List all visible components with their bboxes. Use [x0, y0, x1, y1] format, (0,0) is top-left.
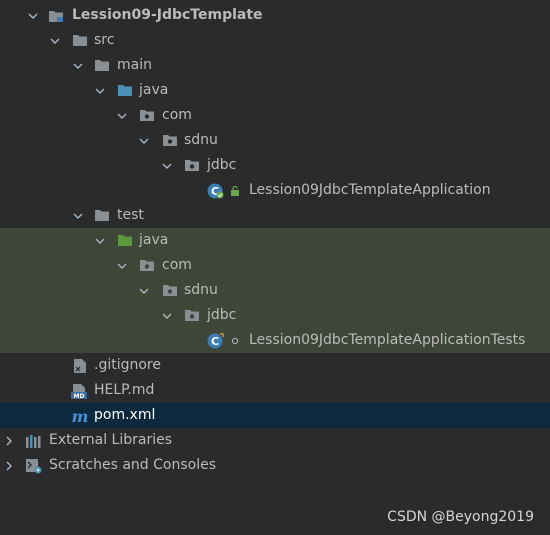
package-private-icon [229, 332, 241, 349]
chevron-down-icon[interactable] [138, 278, 150, 303]
package-icon [138, 107, 156, 124]
spring-boot-class-icon: C [206, 182, 228, 199]
chevron-down-icon[interactable] [161, 303, 173, 328]
package-label: sdnu [184, 282, 218, 298]
tree-row-pom[interactable]: m pom.xml [0, 403, 550, 428]
package-icon [183, 307, 201, 324]
folder-icon [93, 207, 111, 224]
svg-text:m: m [72, 408, 89, 424]
folder-icon [71, 32, 89, 49]
libraries-label: External Libraries [49, 432, 172, 448]
package-icon [161, 282, 179, 299]
tree-row-test-java[interactable]: java [0, 228, 550, 253]
libraries-icon [25, 432, 43, 449]
class-label: Lession09JdbcTemplateApplicationTests [249, 332, 526, 348]
project-tree[interactable]: Lession09-JdbcTemplate src main java com… [0, 3, 550, 478]
package-icon [161, 132, 179, 149]
tree-row-external-libraries[interactable]: External Libraries [0, 428, 550, 453]
tree-row-main-com[interactable]: com [0, 103, 550, 128]
file-label: pom.xml [94, 407, 156, 423]
folder-icon [93, 57, 111, 74]
chevron-down-icon[interactable] [94, 228, 106, 253]
tree-row-main-sdnu[interactable]: sdnu [0, 128, 550, 153]
source-folder-icon [116, 82, 134, 99]
module-folder-icon [47, 7, 65, 24]
chevron-right-icon[interactable] [3, 453, 15, 478]
package-icon [138, 257, 156, 274]
file-label: .gitignore [94, 357, 161, 373]
tree-row-scratches[interactable]: Scratches and Consoles [0, 453, 550, 478]
scratches-label: Scratches and Consoles [49, 457, 216, 473]
chevron-down-icon[interactable] [161, 153, 173, 178]
svg-text:MD: MD [74, 393, 85, 399]
package-label: com [162, 257, 192, 273]
package-label: sdnu [184, 132, 218, 148]
tree-row-test-com[interactable]: com [0, 253, 550, 278]
tree-row-gitignore[interactable]: .gitignore [0, 353, 550, 378]
tree-row-main-class[interactable]: C Lession09JdbcTemplateApplication [0, 178, 550, 203]
package-label: com [162, 107, 192, 123]
folder-label: src [94, 32, 115, 48]
chevron-down-icon[interactable] [116, 103, 128, 128]
tree-row-test-class[interactable]: C Lession09JdbcTemplateApplicationTests [0, 328, 550, 353]
package-icon [183, 157, 201, 174]
chevron-down-icon[interactable] [27, 3, 39, 28]
test-folder-icon [116, 232, 134, 249]
tree-row-project[interactable]: Lession09-JdbcTemplate [0, 3, 550, 28]
file-label: HELP.md [94, 382, 155, 398]
maven-icon: m [71, 407, 89, 424]
csdn-watermark: CSDN @Beyong2019 [387, 509, 534, 525]
class-label: Lession09JdbcTemplateApplication [249, 182, 491, 198]
package-label: jdbc [207, 157, 237, 173]
test-class-icon: C [206, 332, 228, 349]
svg-text:C: C [211, 335, 219, 348]
lock-icon [229, 182, 241, 199]
folder-label: main [117, 57, 152, 73]
chevron-down-icon[interactable] [72, 53, 84, 78]
project-name: Lession09-JdbcTemplate [72, 7, 263, 23]
tree-row-src[interactable]: src [0, 28, 550, 53]
chevron-down-icon[interactable] [94, 78, 106, 103]
tree-row-test[interactable]: test [0, 203, 550, 228]
tree-row-main[interactable]: main [0, 53, 550, 78]
tree-row-main-java[interactable]: java [0, 78, 550, 103]
scratches-icon [25, 457, 43, 474]
tree-row-test-jdbc[interactable]: jdbc [0, 303, 550, 328]
chevron-down-icon[interactable] [49, 28, 61, 53]
folder-label: java [139, 232, 169, 248]
chevron-down-icon[interactable] [116, 253, 128, 278]
package-label: jdbc [207, 307, 237, 323]
markdown-file-icon: MD [71, 382, 89, 399]
chevron-down-icon[interactable] [72, 203, 84, 228]
chevron-right-icon[interactable] [3, 428, 15, 453]
ignore-file-icon [71, 357, 89, 374]
tree-row-help[interactable]: MD HELP.md [0, 378, 550, 403]
folder-label: java [139, 82, 169, 98]
tree-row-test-sdnu[interactable]: sdnu [0, 278, 550, 303]
chevron-down-icon[interactable] [138, 128, 150, 153]
folder-label: test [117, 207, 144, 223]
tree-row-main-jdbc[interactable]: jdbc [0, 153, 550, 178]
